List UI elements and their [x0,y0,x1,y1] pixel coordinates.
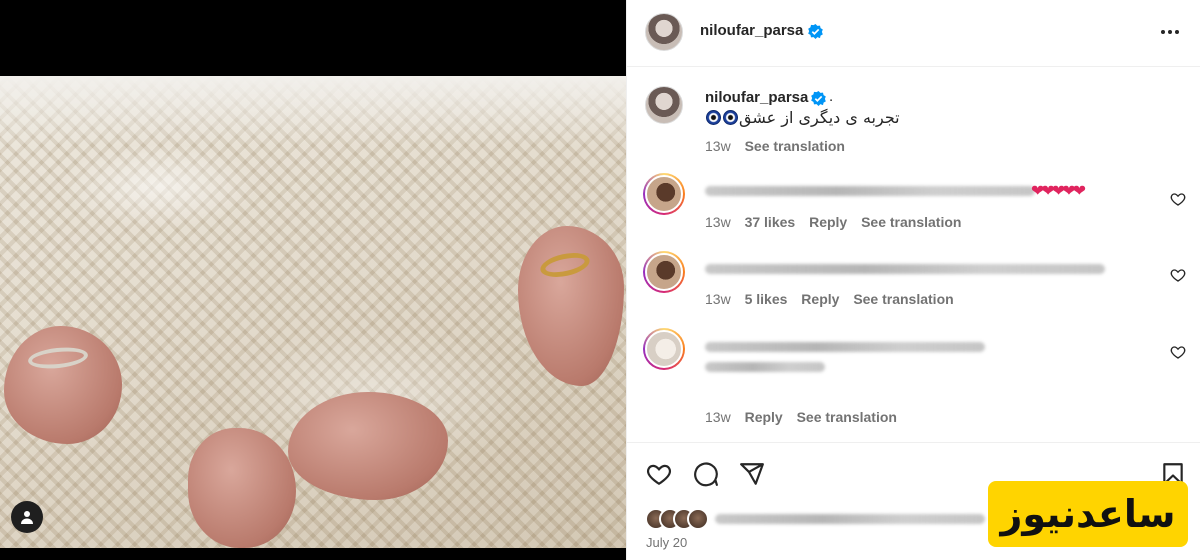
comment-icon[interactable] [693,461,719,487]
post-media[interactable] [0,0,626,560]
blurred-comment-text [705,264,1105,274]
baby-foot [188,428,296,548]
commenter-avatar-image [645,330,683,368]
commenter-avatar[interactable] [643,251,685,293]
author-username[interactable]: niloufar_parsa [700,22,803,39]
see-translation-link[interactable]: See translation [745,138,845,154]
post-header: niloufar_parsa [627,0,1200,67]
author-avatar[interactable] [645,86,683,124]
likers-avatars[interactable] [645,508,711,530]
caption-text: تجربه ی دیگری از عشق [705,108,905,127]
comment-time: 13w [705,409,731,425]
caption-time: 13w [705,138,731,154]
post-photo[interactable] [0,76,626,548]
like-comment-heart-icon[interactable] [1170,267,1186,283]
reply-button[interactable]: Reply [801,291,839,307]
post-date[interactable]: July 20 [646,535,687,550]
see-translation-link[interactable]: See translation [861,214,961,230]
heart-emoji-row: ❤❤❤❤❤ [1031,183,1086,200]
verified-badge-icon [811,91,826,106]
share-icon[interactable] [739,461,765,487]
reply-button[interactable]: Reply [809,214,847,230]
commenter-avatar-image [645,175,683,213]
blurred-comment-text [705,362,825,372]
baby-foot [288,392,448,500]
more-options-icon[interactable] [1159,22,1181,42]
user-tag-icon[interactable] [11,501,43,533]
comment-meta: 13w Reply See translation [705,409,907,425]
baby-foot [518,226,624,386]
caption-meta: 13w See translation [705,138,855,154]
commenter-avatar[interactable] [643,328,685,370]
watermark-logo: ساعدنیوز [988,481,1188,547]
comment-likes[interactable]: 37 likes [745,214,796,230]
blurred-liked-by-text [715,514,985,524]
blurred-comment-text [705,342,985,352]
comment-meta: 13w 5 likes Reply See translation [705,291,964,307]
reply-button[interactable]: Reply [745,409,783,425]
like-comment-heart-icon[interactable] [1170,344,1186,360]
blurred-comment-text [705,186,1035,196]
caption-username[interactable]: niloufar_parsa [705,89,808,106]
like-comment-heart-icon[interactable] [1170,191,1186,207]
post-details-panel: niloufar_parsa niloufar_parsa . تجربه ی … [626,0,1200,560]
verified-badge-icon [808,24,823,39]
comment-time: 13w [705,291,731,307]
see-translation-link[interactable]: See translation [797,409,897,425]
see-translation-link[interactable]: See translation [853,291,953,307]
heart-icon[interactable] [646,461,672,487]
evil-eye-icon [706,110,721,125]
author-avatar[interactable] [645,13,683,51]
evil-eye-icon [723,110,738,125]
caption-dot: . [829,88,834,105]
baby-foot [4,326,122,444]
comment-likes[interactable]: 5 likes [745,291,788,307]
commenter-avatar-image [645,253,683,291]
liker-avatar [687,508,709,530]
comment-time: 13w [705,214,731,230]
commenter-avatar[interactable] [643,173,685,215]
photo-background [0,76,626,146]
comment-meta: 13w 37 likes Reply See translation [705,214,971,230]
caption-text-content: تجربه ی دیگری از عشق [739,108,900,127]
